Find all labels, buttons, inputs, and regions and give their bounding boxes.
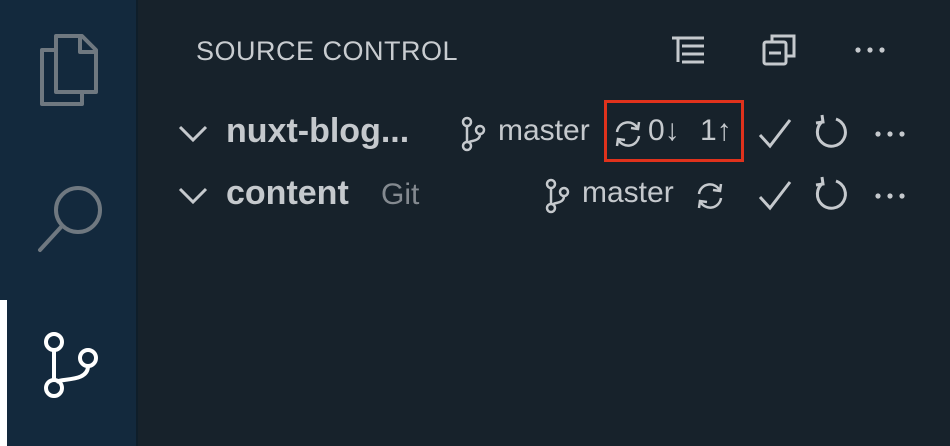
commit-check-icon[interactable] [756, 114, 794, 152]
activity-explorer[interactable] [0, 0, 136, 120]
files-icon [40, 34, 98, 106]
more-actions-icon[interactable] [870, 176, 910, 214]
activity-bar [0, 0, 138, 446]
branch-icon [461, 116, 486, 152]
source-control-icon [44, 332, 98, 398]
branch-label[interactable]: master [498, 114, 590, 148]
search-icon [38, 186, 102, 252]
view-as-tree-button[interactable] [668, 30, 708, 70]
activity-source-control[interactable] [0, 300, 136, 420]
branch-icon [545, 178, 570, 214]
source-control-panel: SOURCE CONTROL nuxt-blog... master 0↓ 1↑… [138, 0, 950, 446]
view-as-tree-icon [672, 36, 704, 64]
commit-check-icon[interactable] [756, 176, 794, 214]
refresh-icon[interactable] [812, 114, 850, 152]
repository-name: content [226, 174, 349, 212]
more-actions-button[interactable] [850, 30, 890, 70]
chevron-down-icon[interactable] [176, 180, 210, 210]
more-actions-icon[interactable] [870, 114, 910, 152]
repository-row[interactable]: nuxt-blog... master 0↓ 1↑ [138, 104, 950, 162]
refresh-icon[interactable] [812, 176, 850, 214]
chevron-down-icon[interactable] [176, 118, 210, 148]
branch-label[interactable]: master [582, 176, 674, 210]
collapse-all-icon [762, 34, 796, 66]
activity-search[interactable] [0, 150, 136, 270]
sync-icon[interactable] [694, 180, 726, 212]
repository-name: nuxt-blog... [226, 112, 410, 150]
repository-row[interactable]: content Git master [138, 166, 950, 224]
active-indicator [0, 300, 7, 446]
sync-status-highlight [604, 100, 744, 162]
panel-title: SOURCE CONTROL [196, 36, 459, 66]
repository-provider: Git [381, 178, 420, 211]
collapse-all-button[interactable] [760, 30, 800, 70]
more-actions-icon [855, 47, 885, 53]
